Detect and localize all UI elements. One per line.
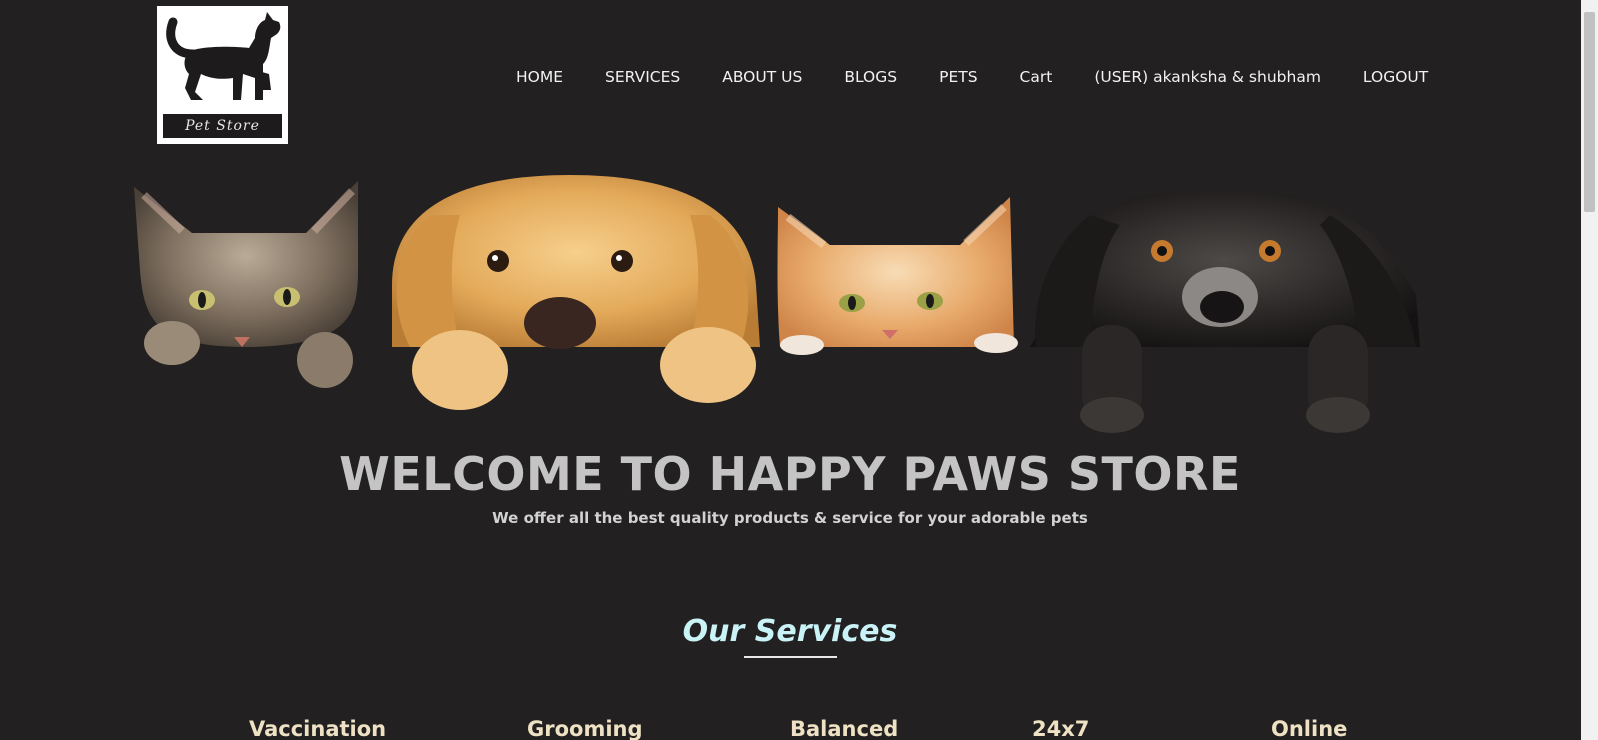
services-heading: Our Services xyxy=(682,614,898,649)
site-logo[interactable]: Pet Store xyxy=(157,6,288,144)
golden-retriever-image xyxy=(392,175,760,410)
nav-cart[interactable]: Cart xyxy=(1020,66,1053,88)
hero-subtitle: We offer all the best quality products &… xyxy=(492,509,1088,527)
peeking-pets-banner xyxy=(130,175,1450,445)
service-grooming[interactable]: Grooming xyxy=(527,714,643,740)
nav-services[interactable]: SERVICES xyxy=(605,66,680,88)
hero-title: WELCOME TO HAPPY PAWS STORE xyxy=(339,447,1241,501)
main-nav: HOME SERVICES ABOUT US BLOGS PETS Cart (… xyxy=(516,66,1428,88)
vertical-scrollbar[interactable] xyxy=(1581,0,1598,740)
scrollbar-thumb[interactable] xyxy=(1584,12,1595,212)
service-online[interactable]: Online xyxy=(1271,714,1347,740)
page: Pet Store HOME SERVICES ABOUT US BLOGS P… xyxy=(0,0,1598,740)
services-heading-underline xyxy=(744,656,837,658)
black-dog-image xyxy=(1030,190,1420,433)
nav-about-us[interactable]: ABOUT US xyxy=(722,66,802,88)
ginger-cat-image xyxy=(777,197,1018,355)
nav-home[interactable]: HOME xyxy=(516,66,563,88)
logo-text: Pet Store xyxy=(163,114,282,138)
nav-pets[interactable]: PETS xyxy=(939,66,977,88)
nav-user[interactable]: (USER) akanksha & shubham xyxy=(1094,66,1321,88)
nav-blogs[interactable]: BLOGS xyxy=(844,66,897,88)
service-vaccination[interactable]: Vaccination xyxy=(249,714,386,740)
dog-silhouette-icon xyxy=(166,12,281,100)
service-24x7[interactable]: 24x7 xyxy=(1032,714,1089,740)
nav-logout[interactable]: LOGOUT xyxy=(1363,66,1428,88)
service-balanced[interactable]: Balanced xyxy=(790,714,898,740)
tabby-cat-image xyxy=(134,181,358,388)
